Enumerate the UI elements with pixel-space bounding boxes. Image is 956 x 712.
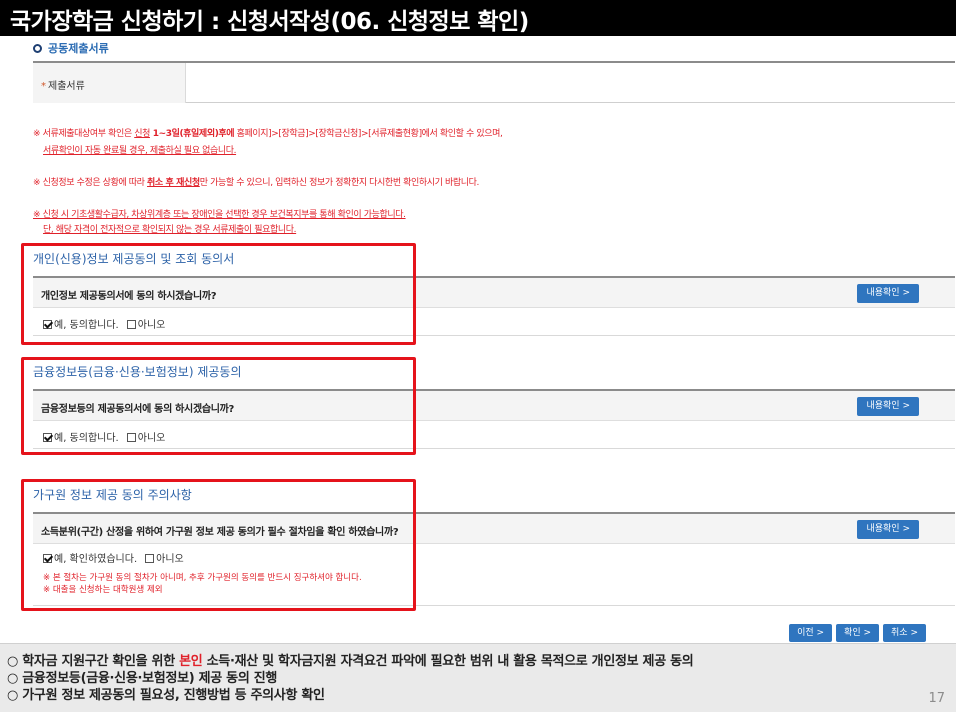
notice-edit-info: ※ 신청정보 수정은 상황에 따라 취소 후 재신청만 가능할 수 있으니, 입… [33,175,479,188]
consent-answer-row: 예, 동의합니다. 아니오 [33,308,955,336]
summary-text: ○ 학자금 지원구간 확인을 위한 [7,654,180,669]
notice-text: 신청 [134,129,150,139]
notice-text: ※ 서류제출대상여부 확인은 [33,129,135,139]
checkbox-icon[interactable] [145,554,155,563]
cancel-button[interactable]: 취소 > [883,624,926,642]
notice-text: ※ 신청 시 기초생활수급자, 차상위계층 또는 장애인을 선택한 경우 보건복… [33,210,406,220]
notice-welfare-check: ※ 신청 시 기초생활수급자, 차상위계층 또는 장애인을 선택한 경우 보건복… [33,207,406,220]
disagree-label: 아니오 [137,433,166,444]
summary-line: ○ 가구원 정보 제공동의 필요성, 진행방법 등 주의사항 확인 [7,688,325,703]
summary-highlight: 본인 [179,654,203,669]
page-number: 17 [928,691,945,706]
view-content-button[interactable]: 내용확인 > [857,284,919,303]
submission-docs-label: * 제출서류 [33,63,186,103]
action-buttons: 이전 > 확인 > 취소 > [785,620,926,642]
disagree-label: 아니오 [137,320,166,331]
notice-text: 홈페이지]>[장학금]>[장학금신청]>[서류제출현황]에서 확인할 수 있으며… [234,129,503,139]
slide-title-bar: 국가장학금 신청하기 : 신청서작성(06. 신청정보 확인) [0,0,956,36]
disagree-option[interactable]: 아니오 [145,554,184,565]
checkbox-icon[interactable] [126,320,136,329]
required-mark: * [41,81,46,92]
notice-text: 단, 해당 자격이 전자적으로 확인되지 않는 경우 서류제출이 필요합니다. [43,225,297,235]
submission-docs-table: * 제출서류 [33,61,955,103]
summary-line: ○ 학자금 지원구간 확인을 위한 본인 소득·재산 및 학자금지원 자격요건 … [7,653,956,670]
view-content-button[interactable]: 내용확인 > [857,520,919,539]
notice-text: 만 가능할 수 있으니, 입력하신 정보가 정확한지 다시한번 확인하시기 바랍… [199,178,480,188]
view-content-button[interactable]: 내용확인 > [857,397,919,416]
agree-option[interactable]: 예, 동의합니다. [43,320,119,331]
notice-docs-required: 단, 해당 자격이 전자적으로 확인되지 않는 경우 서류제출이 필요합니다. [33,222,297,235]
consent-title: 개인(신용)정보 제공동의 및 조회 동의서 [33,252,235,266]
notice-text: ※ 신청정보 수정은 상황에 따라 [33,178,148,188]
consent-title: 금융정보등(금융·신용·보험정보) 제공동의 [33,365,242,379]
agree-label: 예, 동의합니다. [54,433,119,444]
consent-answer-row: 예, 확인하였습니다. 아니오 ※ 본 절차는 가구원 동의 절차가 아니며, 추… [33,544,955,606]
notice-auto-complete: 서류확인이 자동 완료될 경우, 제출하실 필요 없습니다. [33,143,236,156]
common-docs-heading-text: 공동제출서류 [48,42,109,55]
submission-docs-label-text: 제출서류 [48,81,85,92]
consent-answer-row: 예, 동의합니다. 아니오 [33,421,955,449]
checkbox-checked-icon[interactable] [43,433,52,442]
agree-option[interactable]: 예, 확인하였습니다. [43,554,137,565]
disagree-option[interactable]: 아니오 [126,320,166,331]
consent-title: 가구원 정보 제공 동의 주의사항 [33,488,192,502]
agree-label: 예, 확인하였습니다. [54,554,138,565]
agree-label: 예, 동의합니다. [54,320,119,331]
notice-text: 서류확인이 자동 완료될 경우, 제출하실 필요 없습니다. [43,146,237,156]
disagree-option[interactable]: 아니오 [126,433,166,444]
notice-document-check: ※ 서류제출대상여부 확인은 신청 1~3일(휴일제외)후에 홈페이지]>[장학… [33,126,503,139]
agree-option[interactable]: 예, 동의합니다. [43,433,119,444]
consent-question: 개인정보 제공동의서에 동의 하시겠습니까? [41,291,217,302]
checkbox-checked-icon[interactable] [43,320,52,329]
consent-question-row: 개인정보 제공동의서에 동의 하시겠습니까? 내용확인 > [33,276,955,308]
common-docs-heading: 공동제출서류 [33,40,109,56]
summary-line: ○ 금융정보등(금융·신용·보험정보) 제공 동의 진행 [7,671,278,686]
notice-text: 1~3일(휴일제외)후에 [149,129,235,139]
disagree-label: 아니오 [156,554,184,565]
consent-question-row: 금융정보등의 제공동의서에 동의 하시겠습니까? 내용확인 > [33,389,955,421]
consent-question: 소득분위(구간) 산정을 위하여 가구원 정보 제공 동의가 필수 절차임을 확… [41,527,399,538]
summary-panel: ○ 학자금 지원구간 확인을 위한 본인 소득·재산 및 학자금지원 자격요건 … [0,643,956,712]
checkbox-icon[interactable] [126,433,136,442]
circle-bullet-icon [33,44,42,53]
consent-question: 금융정보등의 제공동의서에 동의 하시겠습니까? [41,404,235,415]
notice-text: 취소 후 재신청 [147,178,200,188]
prev-button[interactable]: 이전 > [789,624,833,642]
checkbox-checked-icon[interactable] [43,554,52,563]
confirm-button[interactable]: 확인 > [836,624,880,642]
household-warning: ※ 본 절차는 가구원 동의 절차가 아니며, 추후 가구원의 동의를 반드시 … [43,573,362,583]
consent-question-row: 소득분위(구간) 산정을 위하여 가구원 정보 제공 동의가 필수 절차임을 확… [33,512,955,544]
slide-title: 국가장학금 신청하기 : 신청서작성(06. 신청정보 확인) [10,9,529,35]
graduate-exclusion-note: ※ 대출을 신청하는 대학원생 제외 [43,585,163,595]
summary-text: 소득·재산 및 학자금지원 자격요건 파악에 필요한 범위 내 활용 목적으로 … [202,654,694,669]
